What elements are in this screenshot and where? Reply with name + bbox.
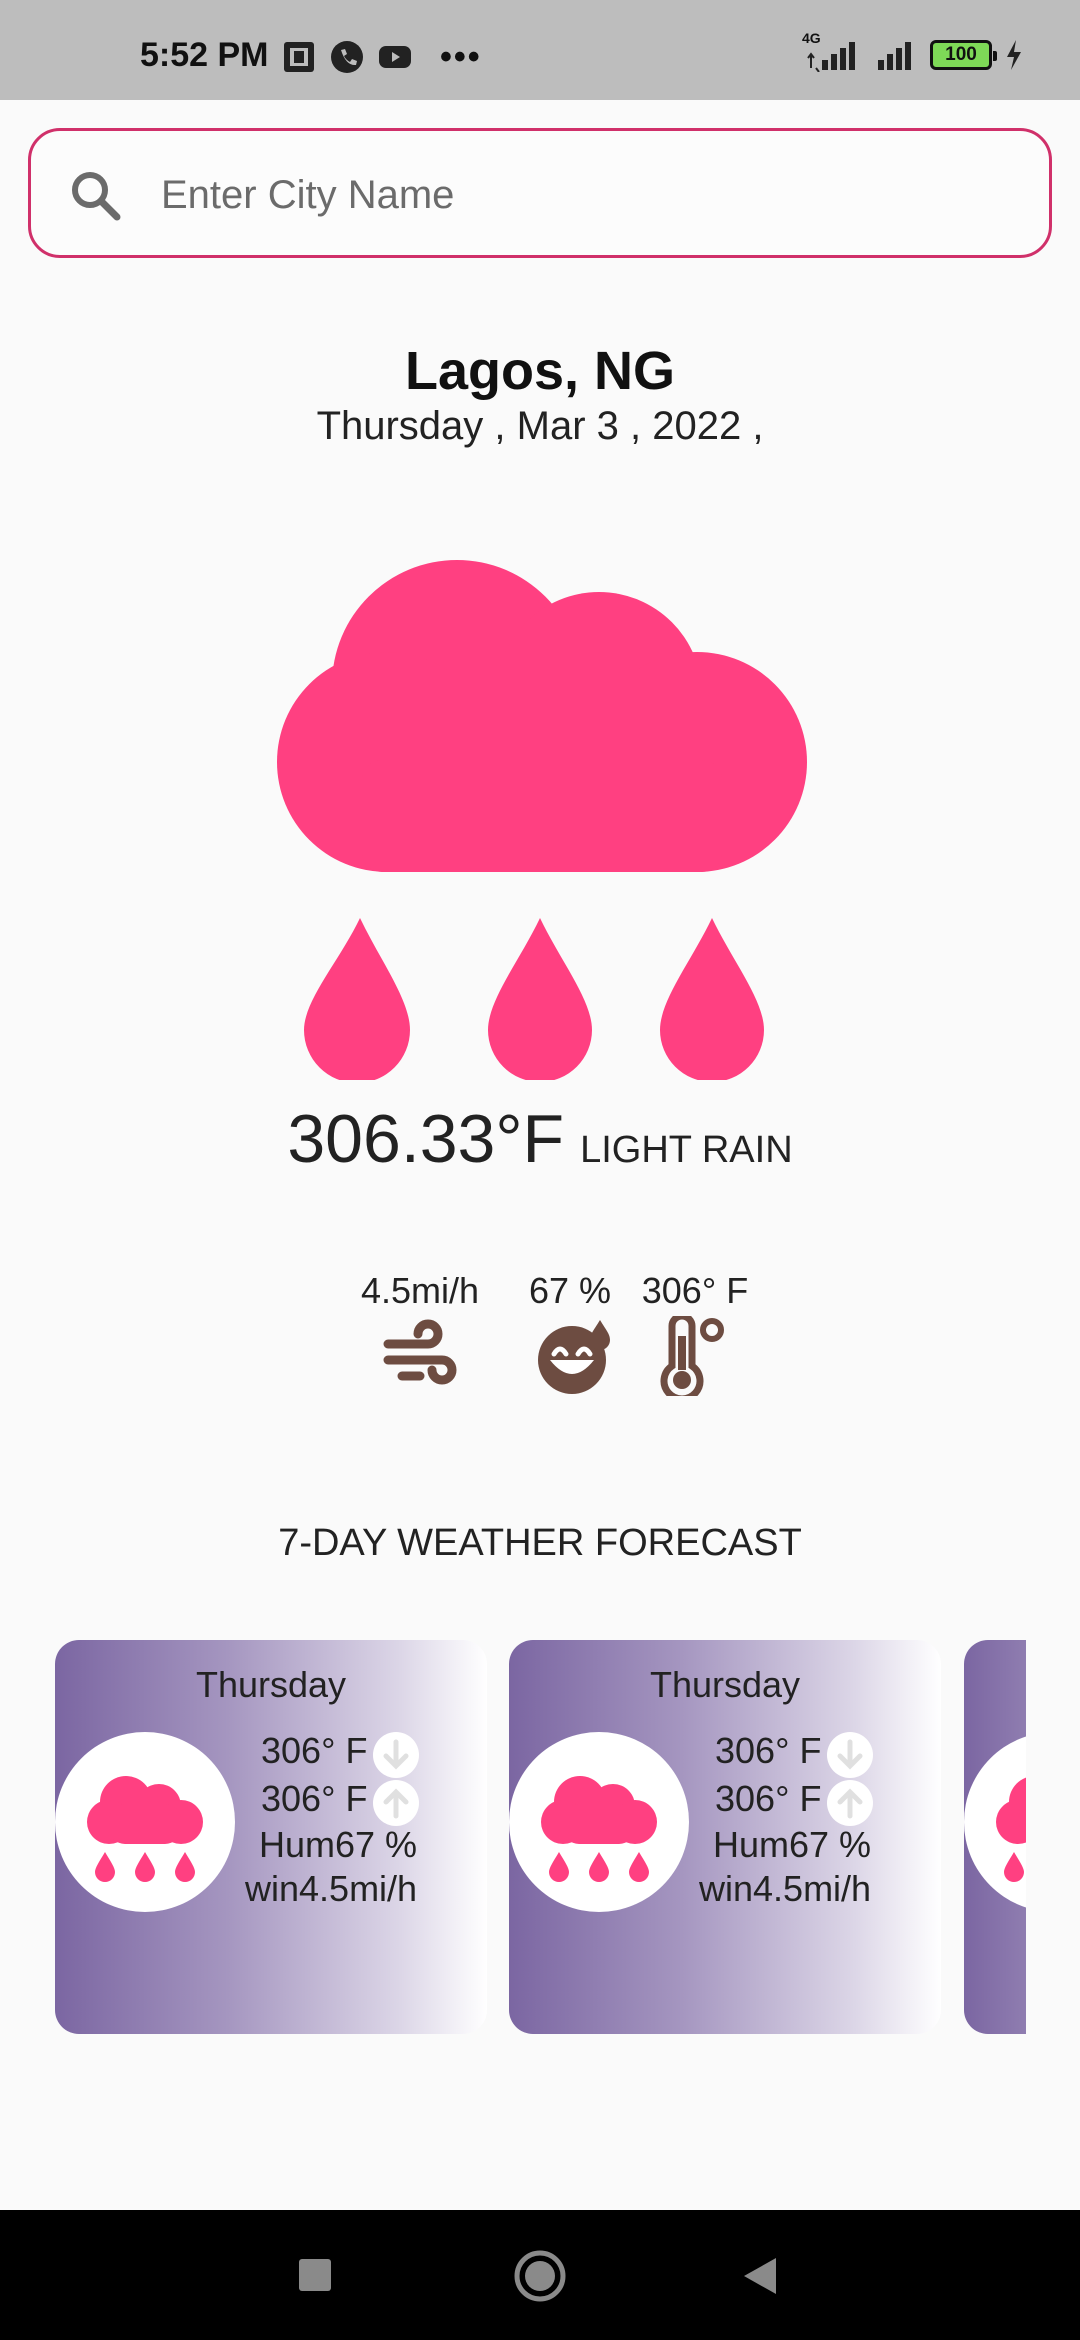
- cloud-rain-icon: [277, 560, 807, 1080]
- forecast-card[interactable]: Thursday 306° F 306° F Hum67 % win4.5mi/…: [509, 1640, 941, 2034]
- forecast-humidity: Hum67 %: [259, 1824, 418, 1865]
- phone-icon: [331, 41, 363, 73]
- arrow-down-icon: [827, 1732, 873, 1778]
- forecast-title: 7-DAY WEATHER FORECAST: [278, 1522, 802, 1564]
- forecast-icon-circle: [55, 1732, 235, 1912]
- humidity-emoji-icon: [538, 1320, 610, 1394]
- cloud-rain-icon: [541, 1776, 657, 1882]
- forecast-humidity: Hum67 %: [713, 1824, 872, 1865]
- forecast-card-partial[interactable]: [964, 1640, 1026, 2034]
- current-conditions: 306.33°F LIGHT RAIN: [0, 1100, 1080, 1178]
- feels-like-value: 306° F: [641, 1270, 749, 1311]
- forecast-max-temp: 306° F: [261, 1778, 368, 1819]
- cloud-rain-icon: [87, 1776, 203, 1882]
- youtube-icon: [379, 46, 411, 68]
- signal-icon: [878, 42, 911, 70]
- current-date: Thursday , Mar 3 , 2022 ,: [316, 404, 764, 448]
- arrow-up-icon: [373, 1780, 419, 1826]
- arrow-up-icon: [827, 1780, 873, 1826]
- city-search-box[interactable]: [28, 128, 1052, 258]
- cloud-rain-icon: [996, 1777, 1026, 1882]
- forecast-min-temp: 306° F: [261, 1730, 368, 1771]
- system-nav-bar: [0, 2210, 1080, 2340]
- signal-4g-icon: 4G: [802, 30, 862, 73]
- weather-condition: LIGHT RAIN: [580, 1129, 793, 1171]
- city-name: Lagos, NG: [404, 341, 676, 401]
- forecast-icon-circle: [964, 1732, 1026, 1912]
- humidity-value: 67 %: [528, 1270, 612, 1311]
- home-button[interactable]: [512, 2248, 568, 2304]
- charging-icon: [1007, 40, 1021, 70]
- forecast-max-temp: 306° F: [715, 1778, 822, 1819]
- thermometer-icon: [660, 1316, 724, 1396]
- forecast-card[interactable]: Thursday 306° F 306° F Hum67 % win4.5mi/…: [55, 1640, 487, 2034]
- more-notifications: •••: [440, 38, 482, 76]
- nfc-icon: [284, 42, 314, 72]
- status-time: 5:52 PM: [140, 36, 269, 74]
- city-search-input[interactable]: [161, 155, 1021, 235]
- forecast-carousel[interactable]: Thursday 306° F 306° F Hum67 % win4.5mi/…: [0, 1640, 1080, 2040]
- search-icon[interactable]: [67, 167, 125, 225]
- back-button[interactable]: [742, 2256, 778, 2296]
- wind-speed: 4.5mi/h: [360, 1270, 480, 1311]
- status-notification-icons: •••: [282, 40, 482, 74]
- arrow-down-icon: [373, 1732, 419, 1778]
- forecast-icon-circle: [509, 1732, 689, 1912]
- recents-button[interactable]: [298, 2258, 332, 2292]
- forecast-day: Thursday: [195, 1664, 347, 1705]
- forecast-wind: win4.5mi/h: [245, 1868, 418, 1909]
- battery-indicator: 100: [930, 40, 997, 70]
- status-system-icons: 4G 100: [802, 30, 1024, 73]
- forecast-wind: win4.5mi/h: [699, 1868, 872, 1909]
- wind-icon: [383, 1319, 457, 1385]
- network-type: 4G: [802, 30, 821, 46]
- status-bar: 5:52 PM ••• 4G 100: [0, 0, 1080, 100]
- forecast-min-temp: 306° F: [715, 1730, 822, 1771]
- current-temperature: 306.33°F: [287, 1101, 565, 1177]
- forecast-day: Thursday: [649, 1664, 801, 1705]
